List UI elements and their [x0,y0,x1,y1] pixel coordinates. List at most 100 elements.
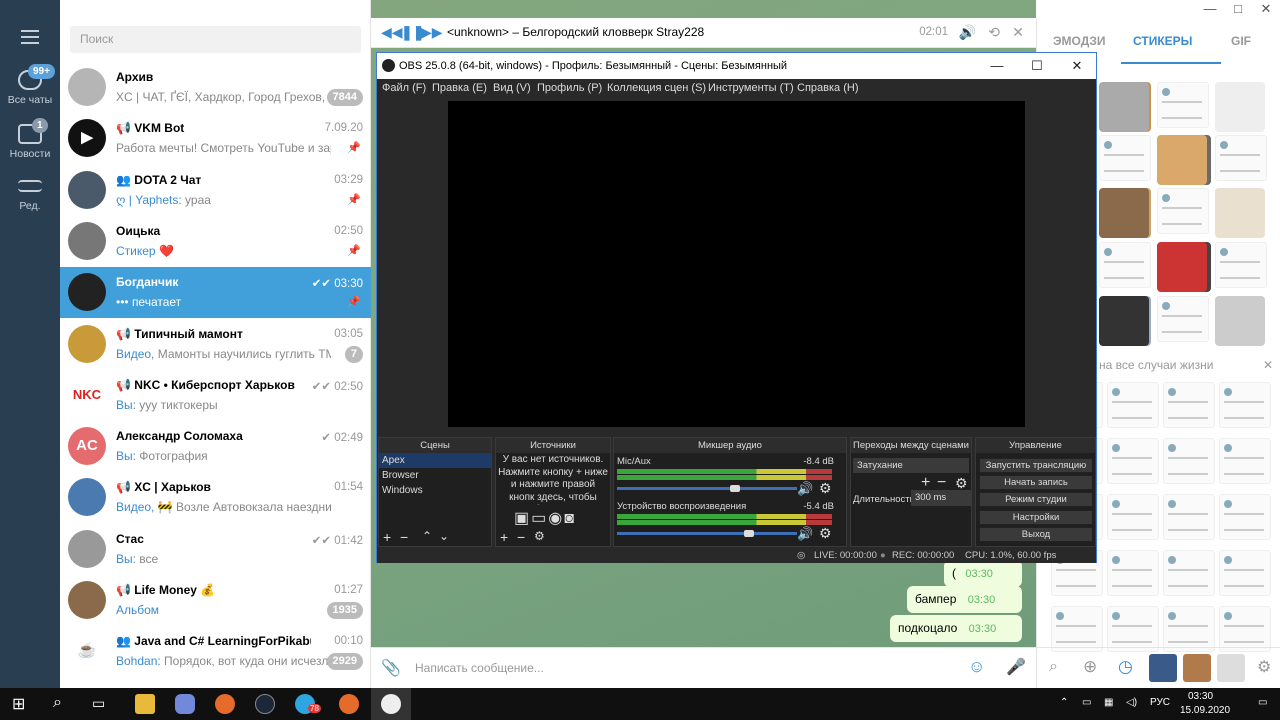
sticker[interactable] [1163,438,1215,484]
menu-view[interactable]: Вид (V) [493,82,531,94]
sticker[interactable] [1215,242,1267,288]
sticker[interactable] [1163,382,1215,428]
firefox-icon[interactable] [215,694,235,714]
chat-list-item[interactable]: Архив XC | ЧАТ, ҐЄЇ, Хардкор, Город Грехо… [60,62,371,113]
sticker[interactable] [1099,188,1149,238]
sticker[interactable] [1219,382,1271,428]
task-view-icon[interactable]: ▭ [92,695,105,712]
remove-scene-icon[interactable]: − [400,529,408,545]
transition-select[interactable]: Затухание [853,458,969,473]
volume-slider[interactable] [617,487,797,490]
menu-edit[interactable]: Правка (E) [432,82,487,94]
obs-preview[interactable] [448,101,1025,427]
sticker[interactable] [1215,188,1265,238]
sticker[interactable] [1157,135,1207,185]
move-up-icon[interactable]: ⌃ [422,529,432,543]
notifications-icon[interactable]: ▭ [1258,697,1267,708]
move-down-icon[interactable]: ⌄ [439,529,449,543]
settings-button[interactable]: Настройки [979,510,1093,525]
close-icon[interactable]: ✕ [1263,358,1273,372]
sticker[interactable] [1163,550,1215,596]
speaker-icon[interactable]: 🔊 [797,526,813,542]
slider-handle[interactable] [730,485,740,492]
gear-icon[interactable]: ⚙ [534,529,545,543]
menu-tools[interactable]: Инструменты (T) [708,82,794,94]
remove-source-icon[interactable]: − [517,529,525,545]
add-scene-icon[interactable]: + [383,529,391,545]
attach-icon[interactable]: 📎 [381,658,401,678]
steam-icon[interactable] [255,694,275,714]
chat-list-item[interactable]: ☕ 👥 Java and C# LearningForPikabu Chat 00:… [60,626,371,677]
maximize-icon[interactable]: ☐ [1017,53,1057,79]
menu-scene-collection[interactable]: Коллекция сцен (S) [607,82,706,94]
chat-list-item[interactable]: Оицька 02:50 Стикер ❤️ 📌 [60,216,371,267]
sticker[interactable] [1107,606,1159,652]
menu-profile[interactable]: Профиль (P) [537,82,602,94]
chat-list-item[interactable]: AC Александр Соломаха ✔ 02:49 Вы: Фотографи… [60,421,371,472]
obs-taskbar-active[interactable] [371,688,411,720]
discord-icon[interactable] [175,694,195,714]
recent-icon[interactable]: ◷ [1118,657,1133,677]
sticker[interactable] [1215,296,1265,346]
search-input[interactable]: Поиск [70,26,361,53]
sticker[interactable] [1163,606,1215,652]
sticker[interactable] [1107,550,1159,596]
start-streaming-button[interactable]: Запустить трансляцию [979,458,1093,473]
sticker[interactable] [1107,494,1159,540]
close-icon[interactable]: ✕ [1252,0,1280,18]
start-recording-button[interactable]: Начать запись [979,475,1093,490]
volume-icon[interactable]: 🔊 [959,24,976,41]
slider-handle[interactable] [744,530,754,537]
chat-list-item[interactable]: 📢 Life Money 💰 01:27 Альбом 1935 [60,575,371,626]
close-icon[interactable]: ✕ [1057,53,1097,79]
sticker[interactable] [1219,438,1271,484]
sticker[interactable] [1163,494,1215,540]
battery-icon[interactable]: ▭ [1082,697,1091,708]
file-explorer-icon[interactable] [135,694,155,714]
chat-list-item[interactable]: 📢 XC | Харьков 01:54 Видео, 🚧 Возле Автово… [60,472,371,523]
volume-icon[interactable]: ◁) [1126,697,1137,708]
add-icon[interactable]: ⊕ [1083,657,1097,677]
gear-icon[interactable]: ⚙ [1257,657,1271,677]
emoji-icon[interactable]: ☺ [968,657,985,677]
chat-list-item[interactable]: ▶ 📢 VKM Bot 7.09.20 Работа мечты! Смотреть … [60,113,371,164]
sticker-set-thumb[interactable] [1183,654,1211,682]
sticker[interactable] [1051,606,1103,652]
sticker[interactable] [1219,494,1271,540]
maximize-icon[interactable]: □ [1224,0,1252,18]
sticker[interactable] [1099,242,1151,288]
menu-icon[interactable] [21,30,39,48]
tab-emoji[interactable]: ЭМОДЗИ [1053,34,1106,48]
microphone-icon[interactable]: 🎤 [1006,657,1026,677]
sticker[interactable] [1157,242,1207,292]
tray-expand-icon[interactable]: ⌃ [1060,697,1068,708]
search-icon[interactable]: ⌕ [1049,658,1058,676]
scene-item[interactable]: Windows [379,483,491,498]
studio-mode-button[interactable]: Режим студии [979,492,1093,507]
windows-start-icon[interactable]: ⊞ [12,694,25,714]
chat-list-item[interactable]: Богданчик ✔✔ 03:30 ••• печатает 📌 [60,267,371,319]
sticker[interactable] [1157,188,1209,234]
browser-icon[interactable] [339,694,359,714]
chat-list-item[interactable]: NKC 📢 NKC • Киберспорт Харьков ✔✔ 02:50 Вы:… [60,370,371,421]
tab-gif[interactable]: GIF [1231,34,1251,48]
folder-news[interactable]: 1 Новости [0,118,60,160]
sticker[interactable] [1219,606,1271,652]
menu-help[interactable]: Справка (H) [797,82,858,94]
clock-date[interactable]: 15.09.2020 [1180,705,1230,716]
sticker[interactable] [1107,438,1159,484]
next-track-icon[interactable]: ▶▶ [421,24,443,41]
add-source-icon[interactable]: + [500,529,508,545]
network-icon[interactable]: ▦ [1104,697,1113,708]
folder-all-chats[interactable]: 99+ Все чаты [0,64,60,106]
chat-list-item[interactable]: 📢 Типичный мамонт 03:05 Видео, Мамонты нау… [60,319,371,370]
menu-file[interactable]: Файл (F) [382,82,426,94]
sticker[interactable] [1219,550,1271,596]
scene-item[interactable]: Apex [379,453,491,468]
tab-stickers[interactable]: СТИКЕРЫ [1133,34,1192,48]
gear-icon[interactable]: ⚙ [819,525,832,542]
sticker[interactable] [1099,296,1149,346]
chat-list-item[interactable]: Стас ✔✔ 01:42 Вы: все [60,524,371,575]
keyboard-language[interactable]: РУС [1150,697,1170,708]
close-icon[interactable]: ✕ [1012,24,1024,41]
